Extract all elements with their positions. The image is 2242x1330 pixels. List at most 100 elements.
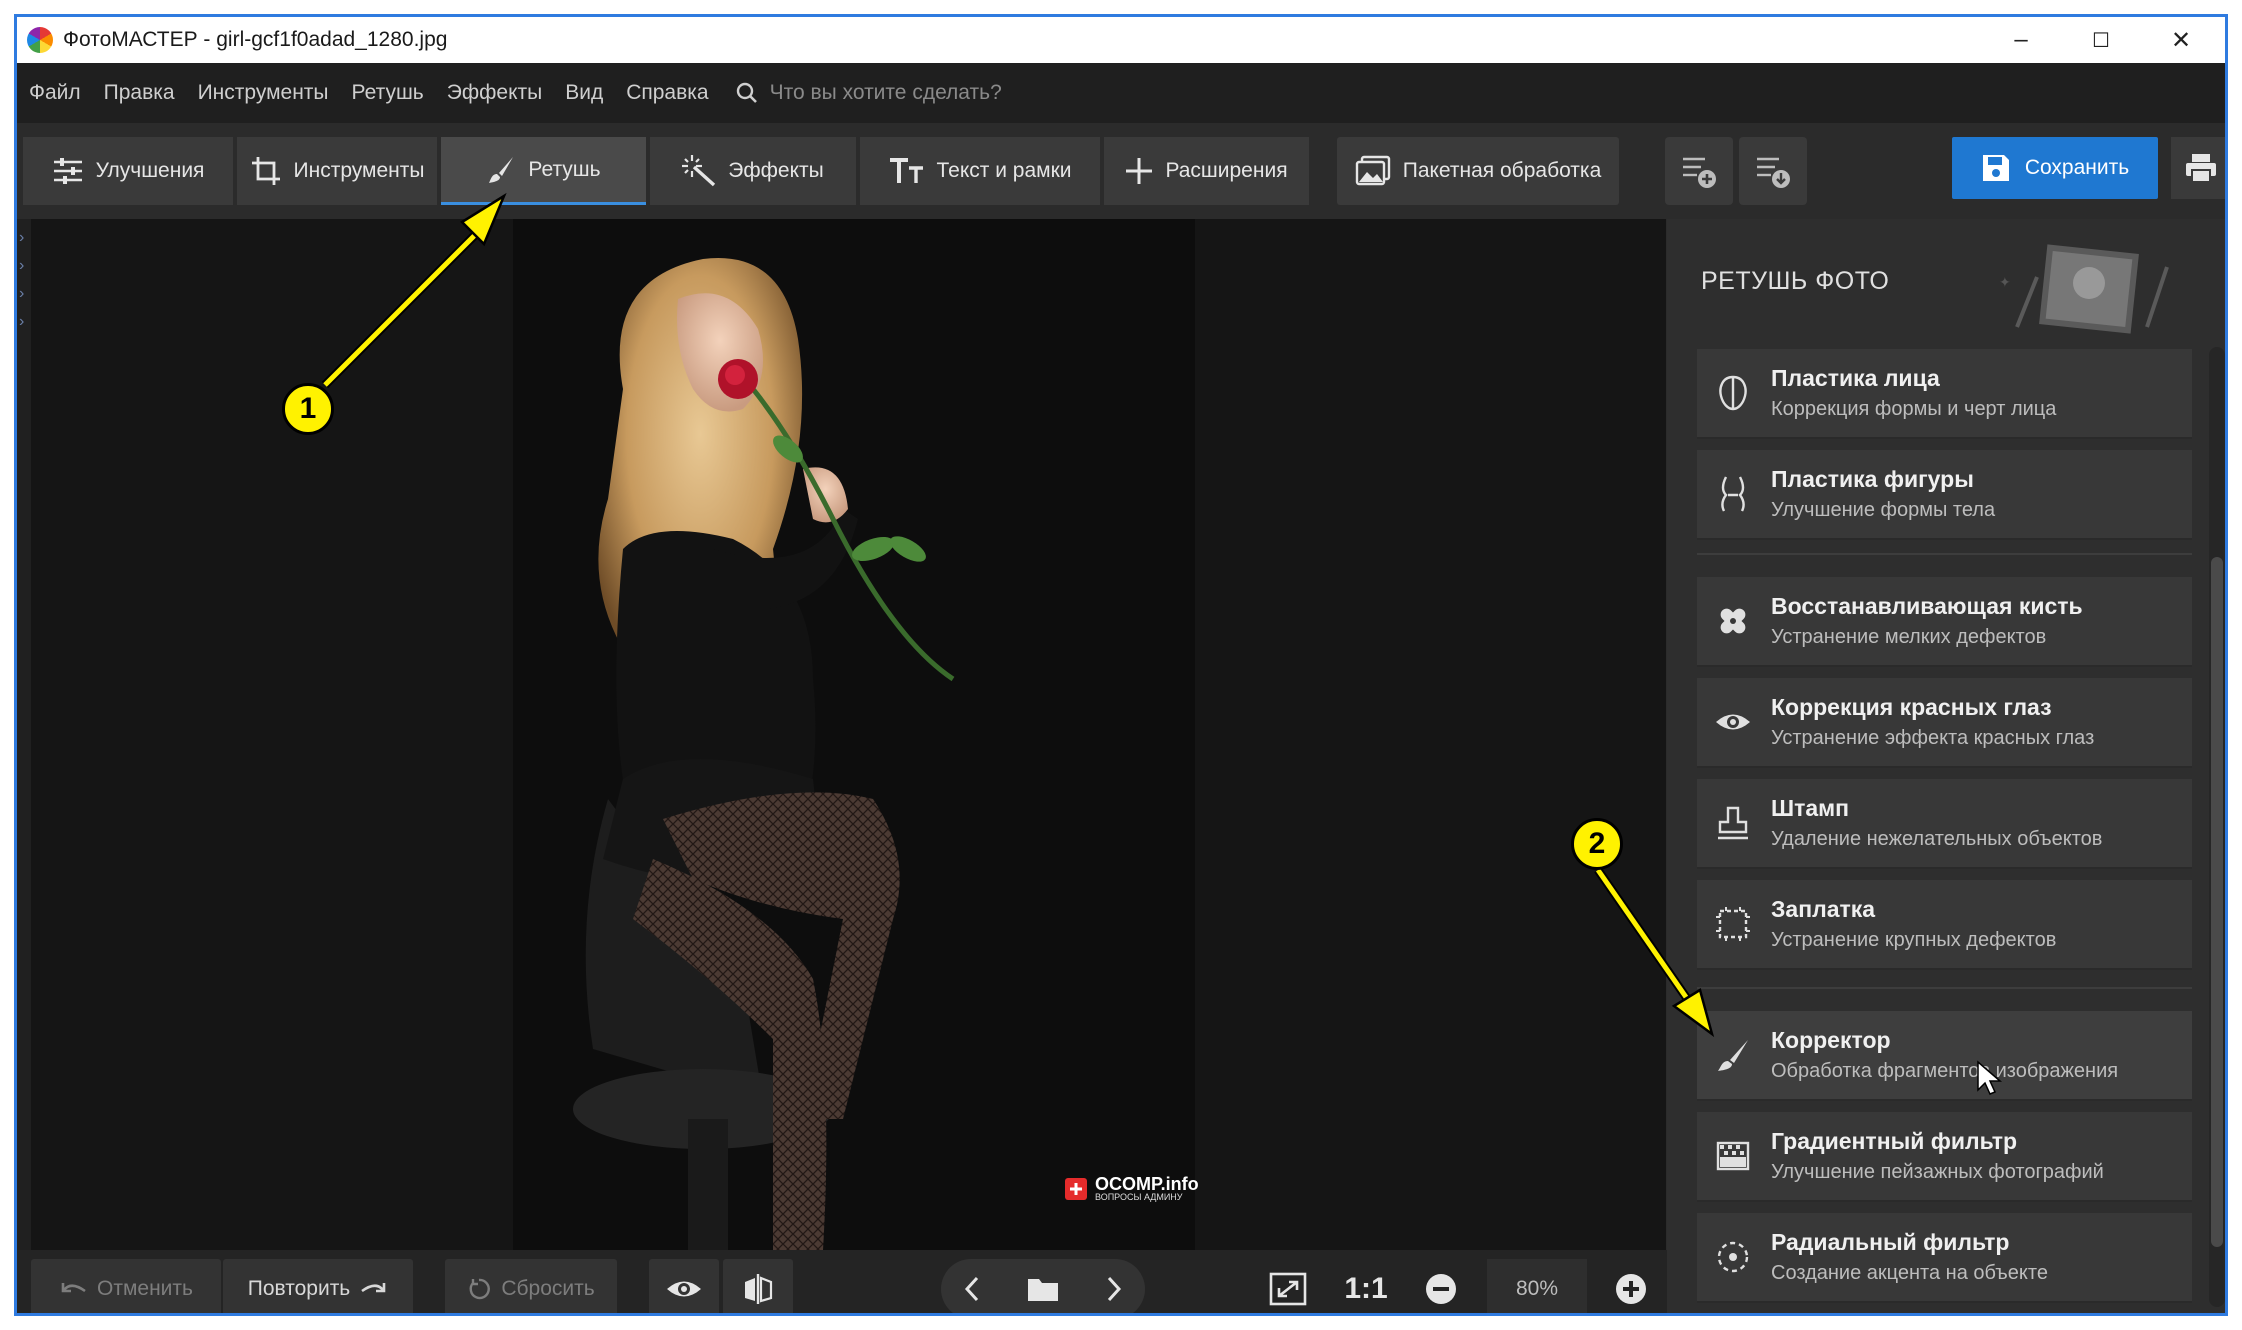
divider: [1697, 553, 2192, 555]
tab-label: Эффекты: [728, 159, 824, 182]
app-logo-icon: [27, 27, 53, 53]
compare-button[interactable]: [723, 1259, 793, 1313]
patch-icon: [1713, 904, 1753, 944]
brush-icon: [1713, 1035, 1753, 1075]
floppy-disk-icon: [1982, 155, 2009, 181]
tool-healing-brush[interactable]: Восстанавливающая кисть Устранение мелки…: [1697, 577, 2192, 667]
image-canvas[interactable]: [31, 219, 1666, 1250]
chevron-right-icon[interactable]: [1105, 1276, 1123, 1302]
tool-title: Заплатка: [1771, 896, 1876, 922]
reset-button[interactable]: Сбросить: [445, 1259, 617, 1313]
bottom-bar: Отменить Повторить Сбросить 1:1 80%: [17, 1250, 1667, 1313]
window-title: ФотоМАСТЕР - girl-gcf1f0adad_1280.jpg: [63, 28, 448, 51]
tab-effects[interactable]: Эффекты: [650, 137, 856, 205]
header-illustration: ✦: [1999, 244, 2169, 334]
maximize-button[interactable]: ☐: [2061, 17, 2141, 63]
batch-processing-button[interactable]: Пакетная обработка: [1337, 137, 1619, 205]
sliders-icon: [53, 158, 82, 184]
tab-label: Пакетная обработка: [1402, 159, 1602, 182]
scrollbar-thumb[interactable]: [2211, 557, 2223, 1247]
redo-icon: [361, 1283, 386, 1293]
zoom-level[interactable]: 80%: [1487, 1259, 1587, 1313]
watermark-logo-icon: [1065, 1177, 1087, 1200]
tool-corrector[interactable]: Корректор Обработка фрагментов изображен…: [1697, 1011, 2192, 1101]
redo-button[interactable]: Повторить: [223, 1259, 413, 1313]
menu-bar: Файл Правка Инструменты Ретушь Эффекты В…: [17, 63, 2225, 123]
eye-icon: [667, 1281, 701, 1297]
fit-screen-button[interactable]: [1253, 1259, 1323, 1313]
chevron-left-icon[interactable]: [963, 1276, 981, 1302]
annotation-badge-2: 2: [1571, 818, 1623, 870]
photo-illustration: [513, 219, 1195, 1250]
bandage-icon: [1713, 601, 1753, 641]
fit-screen-icon: [1269, 1272, 1307, 1306]
menu-tools[interactable]: Инструменты: [198, 81, 329, 105]
tab-label: Инструменты: [293, 159, 425, 182]
tool-patch[interactable]: Заплатка Устранение крупных дефектов: [1697, 880, 2192, 970]
menu-file[interactable]: Файл: [29, 81, 81, 105]
tool-subtitle: Коррекция формы и черт лица: [1771, 398, 2057, 420]
watermark-tagline: ВОПРОСЫ АДМИНУ: [1095, 1192, 1183, 1202]
body-icon: [1713, 474, 1753, 514]
minimize-button[interactable]: –: [1981, 17, 2061, 63]
annotation-badge-1: 1: [282, 383, 334, 435]
tab-label: Текст и рамки: [936, 159, 1072, 182]
title-bar: ФотоМАСТЕР - girl-gcf1f0adad_1280.jpg – …: [17, 17, 2225, 63]
redo-label: Повторить: [247, 1277, 351, 1300]
tool-title: Радиальный фильтр: [1771, 1229, 2010, 1255]
zoom-out-icon: [1426, 1274, 1456, 1304]
tool-subtitle: Улучшение формы тела: [1771, 499, 1996, 521]
tool-body-sculpt[interactable]: Пластика фигуры Улучшение формы тела: [1697, 450, 2192, 540]
search-input[interactable]: [769, 81, 1170, 105]
photo-preview: [513, 219, 1195, 1250]
chevron-right-icon: ›: [19, 229, 25, 246]
menu-effects[interactable]: Эффекты: [447, 81, 542, 105]
tab-label: Ретушь: [528, 157, 601, 181]
plus-icon: [1126, 158, 1153, 184]
gradient-icon: [1713, 1136, 1753, 1176]
tab-label: Улучшения: [95, 159, 205, 182]
save-button[interactable]: Сохранить: [1952, 137, 2158, 199]
tool-gradient-filter[interactable]: Градиентный фильтр Улучшение пейзажных ф…: [1697, 1112, 2192, 1202]
chevron-right-icon: ›: [19, 313, 25, 330]
compare-icon: [745, 1274, 773, 1304]
tab-retouch[interactable]: Ретушь: [441, 137, 646, 205]
toolbar: Улучшения Инструменты Ретушь Эффекты Тек…: [17, 123, 2225, 219]
tool-face-sculpt[interactable]: Пластика лица Коррекция формы и черт лиц…: [1697, 349, 2192, 439]
zoom-in-button[interactable]: [1601, 1259, 1661, 1313]
zoom-out-button[interactable]: [1411, 1259, 1471, 1313]
tab-tools[interactable]: Инструменты: [237, 137, 437, 205]
left-collapse-strip[interactable]: › › › ›: [17, 219, 31, 1250]
brush-icon: [489, 156, 514, 183]
undo-icon: [61, 1283, 86, 1293]
tab-enhancements[interactable]: Улучшения: [23, 137, 233, 205]
tool-title: Пластика фигуры: [1771, 466, 1974, 492]
undo-button[interactable]: Отменить: [31, 1259, 221, 1313]
tool-title: Пластика лица: [1771, 365, 1940, 391]
tool-red-eye[interactable]: Коррекция красных глаз Устранение эффект…: [1697, 678, 2192, 768]
tool-radial-filter[interactable]: Радиальный фильтр Создание акцента на об…: [1697, 1213, 2192, 1303]
actual-size-button[interactable]: 1:1: [1331, 1259, 1401, 1313]
tab-label: Расширения: [1165, 159, 1288, 182]
watermark-name: OCOMP.info: [1095, 1174, 1199, 1194]
zoom-in-icon: [1616, 1274, 1646, 1304]
close-button[interactable]: ✕: [2141, 17, 2221, 63]
preview-toggle-button[interactable]: [649, 1259, 719, 1313]
presets-add-button[interactable]: [1665, 137, 1733, 205]
tab-text-frames[interactable]: Текст и рамки: [860, 137, 1100, 205]
tool-subtitle: Устранение эффекта красных глаз: [1771, 727, 2095, 749]
menu-retouch[interactable]: Ретушь: [352, 81, 424, 105]
app-window: ФотоМАСТЕР - girl-gcf1f0adad_1280.jpg – …: [14, 14, 2228, 1316]
print-button[interactable]: [2171, 137, 2225, 199]
tool-stamp[interactable]: Штамп Удаление нежелательных объектов: [1697, 779, 2192, 869]
folder-icon[interactable]: [1026, 1275, 1060, 1303]
menu-view[interactable]: Вид: [565, 81, 603, 105]
tool-title: Градиентный фильтр: [1771, 1128, 2018, 1154]
sliders-add-icon: [1683, 157, 1716, 188]
tool-title: Восстанавливающая кисть: [1771, 593, 2083, 619]
menu-edit[interactable]: Правка: [104, 81, 175, 105]
presets-download-button[interactable]: [1739, 137, 1807, 205]
panel-scrollbar[interactable]: [2209, 347, 2225, 1307]
menu-help[interactable]: Справка: [626, 81, 708, 105]
tab-extensions[interactable]: Расширения: [1104, 137, 1309, 205]
